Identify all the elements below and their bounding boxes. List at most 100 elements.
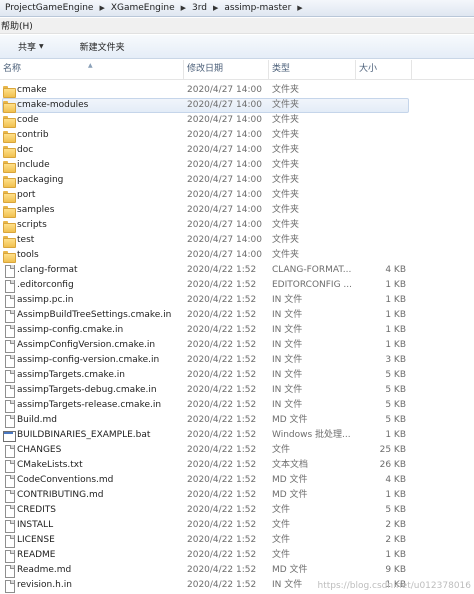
- table-row[interactable]: assimp-config-version.cmake.in 2020/4/22 …: [0, 353, 474, 368]
- file-icon: [3, 265, 15, 278]
- file-size: 5 KB: [385, 370, 406, 380]
- file-size: 26 KB: [379, 460, 406, 470]
- file-icon: [3, 565, 15, 578]
- table-row[interactable]: contrib 2020/4/27 14:00 文件夹: [0, 128, 474, 143]
- breadcrumb-item[interactable]: ProjectGameEngine: [3, 3, 95, 13]
- column-size[interactable]: 大小: [355, 60, 411, 79]
- file-date: 2020/4/22 1:52: [187, 460, 257, 470]
- table-row[interactable]: CREDITS 2020/4/22 1:52 文件 5 KB: [0, 503, 474, 518]
- file-type: CLANG-FORMAT...: [272, 265, 352, 275]
- table-row[interactable]: tools 2020/4/27 14:00 文件夹: [0, 248, 474, 263]
- column-name-label: 名称: [3, 64, 22, 74]
- table-row[interactable]: code 2020/4/27 14:00 文件夹: [0, 113, 474, 128]
- table-row[interactable]: .clang-format 2020/4/22 1:52 CLANG-FORMAT.…: [0, 263, 474, 278]
- file-type: 文件: [272, 550, 291, 560]
- table-row[interactable]: packaging 2020/4/27 14:00 文件夹: [0, 173, 474, 188]
- file-date: 2020/4/27 14:00: [187, 115, 262, 125]
- table-row[interactable]: assimp.pc.in 2020/4/22 1:52 IN 文件 1 KB: [0, 293, 474, 308]
- table-row[interactable]: scripts 2020/4/27 14:00 文件夹: [0, 218, 474, 233]
- table-row[interactable]: port 2020/4/27 14:00 文件夹: [0, 188, 474, 203]
- table-row[interactable]: assimp-config.cmake.in 2020/4/22 1:52 IN 文…: [0, 323, 474, 338]
- file-date: 2020/4/22 1:52: [187, 490, 257, 500]
- file-icon: [3, 325, 15, 338]
- breadcrumb-chevron-icon[interactable]: ▶: [95, 4, 108, 12]
- file-name: CodeConventions.md: [17, 475, 114, 485]
- breadcrumb-chevron-icon[interactable]: ▶: [209, 4, 222, 12]
- breadcrumb-chevron-icon[interactable]: ▶: [293, 4, 306, 12]
- file-date: 2020/4/27 14:00: [187, 160, 262, 170]
- file-name: assimpTargets-debug.cmake.in: [17, 385, 157, 395]
- file-size: 5 KB: [385, 400, 406, 410]
- file-date: 2020/4/22 1:52: [187, 280, 257, 290]
- new-folder-button[interactable]: 新建文件夹: [76, 38, 129, 56]
- table-row[interactable]: AssimpConfigVersion.cmake.in 2020/4/22 1:…: [0, 338, 474, 353]
- table-row[interactable]: Readme.md 2020/4/22 1:52 MD 文件 9 KB: [0, 563, 474, 578]
- file-icon: [3, 445, 15, 458]
- breadcrumb-item[interactable]: assimp-master: [222, 3, 293, 13]
- table-row[interactable]: AssimpBuildTreeSettings.cmake.in 2020/4/2…: [0, 308, 474, 323]
- breadcrumb-chevron-icon[interactable]: ▶: [177, 4, 190, 12]
- file-type: Windows 批处理...: [272, 430, 351, 440]
- table-row[interactable]: assimpTargets-release.cmake.in 2020/4/22 …: [0, 398, 474, 413]
- file-name: cmake: [17, 85, 47, 95]
- file-size: [355, 188, 406, 203]
- file-name: README: [17, 550, 56, 560]
- batch-file-icon: [3, 430, 16, 442]
- table-row[interactable]: samples 2020/4/27 14:00 文件夹: [0, 203, 474, 218]
- file-name: assimp-config-version.cmake.in: [17, 355, 160, 365]
- file-date: 2020/4/27 14:00: [187, 145, 262, 155]
- table-row[interactable]: CHANGES 2020/4/22 1:52 文件 25 KB: [0, 443, 474, 458]
- table-row[interactable]: .editorconfig 2020/4/22 1:52 EDITORCONFIG …: [0, 278, 474, 293]
- folder-icon: [3, 205, 16, 218]
- table-row[interactable]: Build.md 2020/4/22 1:52 MD 文件 5 KB: [0, 413, 474, 428]
- table-row[interactable]: CMakeLists.txt 2020/4/22 1:52 文本文档 26 KB: [0, 458, 474, 473]
- file-type: 文件夹: [272, 115, 300, 125]
- column-type[interactable]: 类型: [268, 60, 355, 79]
- table-row[interactable]: README 2020/4/22 1:52 文件 1 KB: [0, 548, 474, 563]
- file-icon: [3, 520, 15, 533]
- file-name: CMakeLists.txt: [17, 460, 83, 470]
- table-row[interactable]: INSTALL 2020/4/22 1:52 文件 2 KB: [0, 518, 474, 533]
- file-date: 2020/4/22 1:52: [187, 355, 257, 365]
- menu-help[interactable]: 帮助(H): [0, 19, 34, 32]
- file-name: CREDITS: [17, 505, 57, 515]
- file-size: [355, 173, 406, 188]
- file-type: 文本文档: [272, 460, 309, 470]
- breadcrumb-item[interactable]: 3rd: [190, 3, 209, 13]
- table-row[interactable]: CONTRIBUTING.md 2020/4/22 1:52 MD 文件 1 KB: [0, 488, 474, 503]
- file-type: 文件夹: [272, 190, 300, 200]
- table-row[interactable]: assimpTargets.cmake.in 2020/4/22 1:52 IN 文…: [0, 368, 474, 383]
- file-type: 文件: [272, 445, 291, 455]
- file-date: 2020/4/22 1:52: [187, 340, 257, 350]
- share-button[interactable]: 共享 ▼: [14, 38, 48, 56]
- file-date: 2020/4/22 1:52: [187, 265, 257, 275]
- file-size: 1 KB: [385, 325, 406, 335]
- table-row[interactable]: doc 2020/4/27 14:00 文件夹: [0, 143, 474, 158]
- table-row[interactable]: LICENSE 2020/4/22 1:52 文件 2 KB: [0, 533, 474, 548]
- file-icon: [3, 415, 15, 428]
- table-row[interactable]: cmake 2020/4/27 14:00 文件夹: [0, 83, 474, 98]
- file-name: contrib: [17, 130, 49, 140]
- file-name: cmake-modules: [17, 100, 89, 110]
- folder-icon: [3, 160, 16, 173]
- table-row[interactable]: BUILDBINARIES_EXAMPLE.bat 2020/4/22 1:52 W…: [0, 428, 474, 443]
- file-type: IN 文件: [272, 325, 303, 335]
- file-size: 1 KB: [385, 280, 406, 290]
- table-row[interactable]: assimpTargets-debug.cmake.in 2020/4/22 1:…: [0, 383, 474, 398]
- file-icon: [3, 490, 15, 503]
- table-row[interactable]: cmake-modules 2020/4/27 14:00 文件夹: [0, 98, 474, 113]
- share-button-label: 共享: [18, 43, 37, 53]
- column-divider: [411, 60, 415, 79]
- column-name[interactable]: ▲ 名称: [0, 60, 182, 79]
- file-name: include: [17, 160, 50, 170]
- table-row[interactable]: test 2020/4/27 14:00 文件夹: [0, 233, 474, 248]
- file-icon: [3, 280, 15, 293]
- file-icon: [3, 400, 15, 413]
- table-row[interactable]: CodeConventions.md 2020/4/22 1:52 MD 文件 4 K…: [0, 473, 474, 488]
- file-name: revision.h.in: [17, 580, 72, 590]
- breadcrumb-item[interactable]: XGameEngine: [109, 3, 177, 13]
- file-name: Build.md: [17, 415, 57, 425]
- file-name: CHANGES: [17, 445, 62, 455]
- column-date[interactable]: 修改日期: [183, 60, 268, 79]
- table-row[interactable]: include 2020/4/27 14:00 文件夹: [0, 158, 474, 173]
